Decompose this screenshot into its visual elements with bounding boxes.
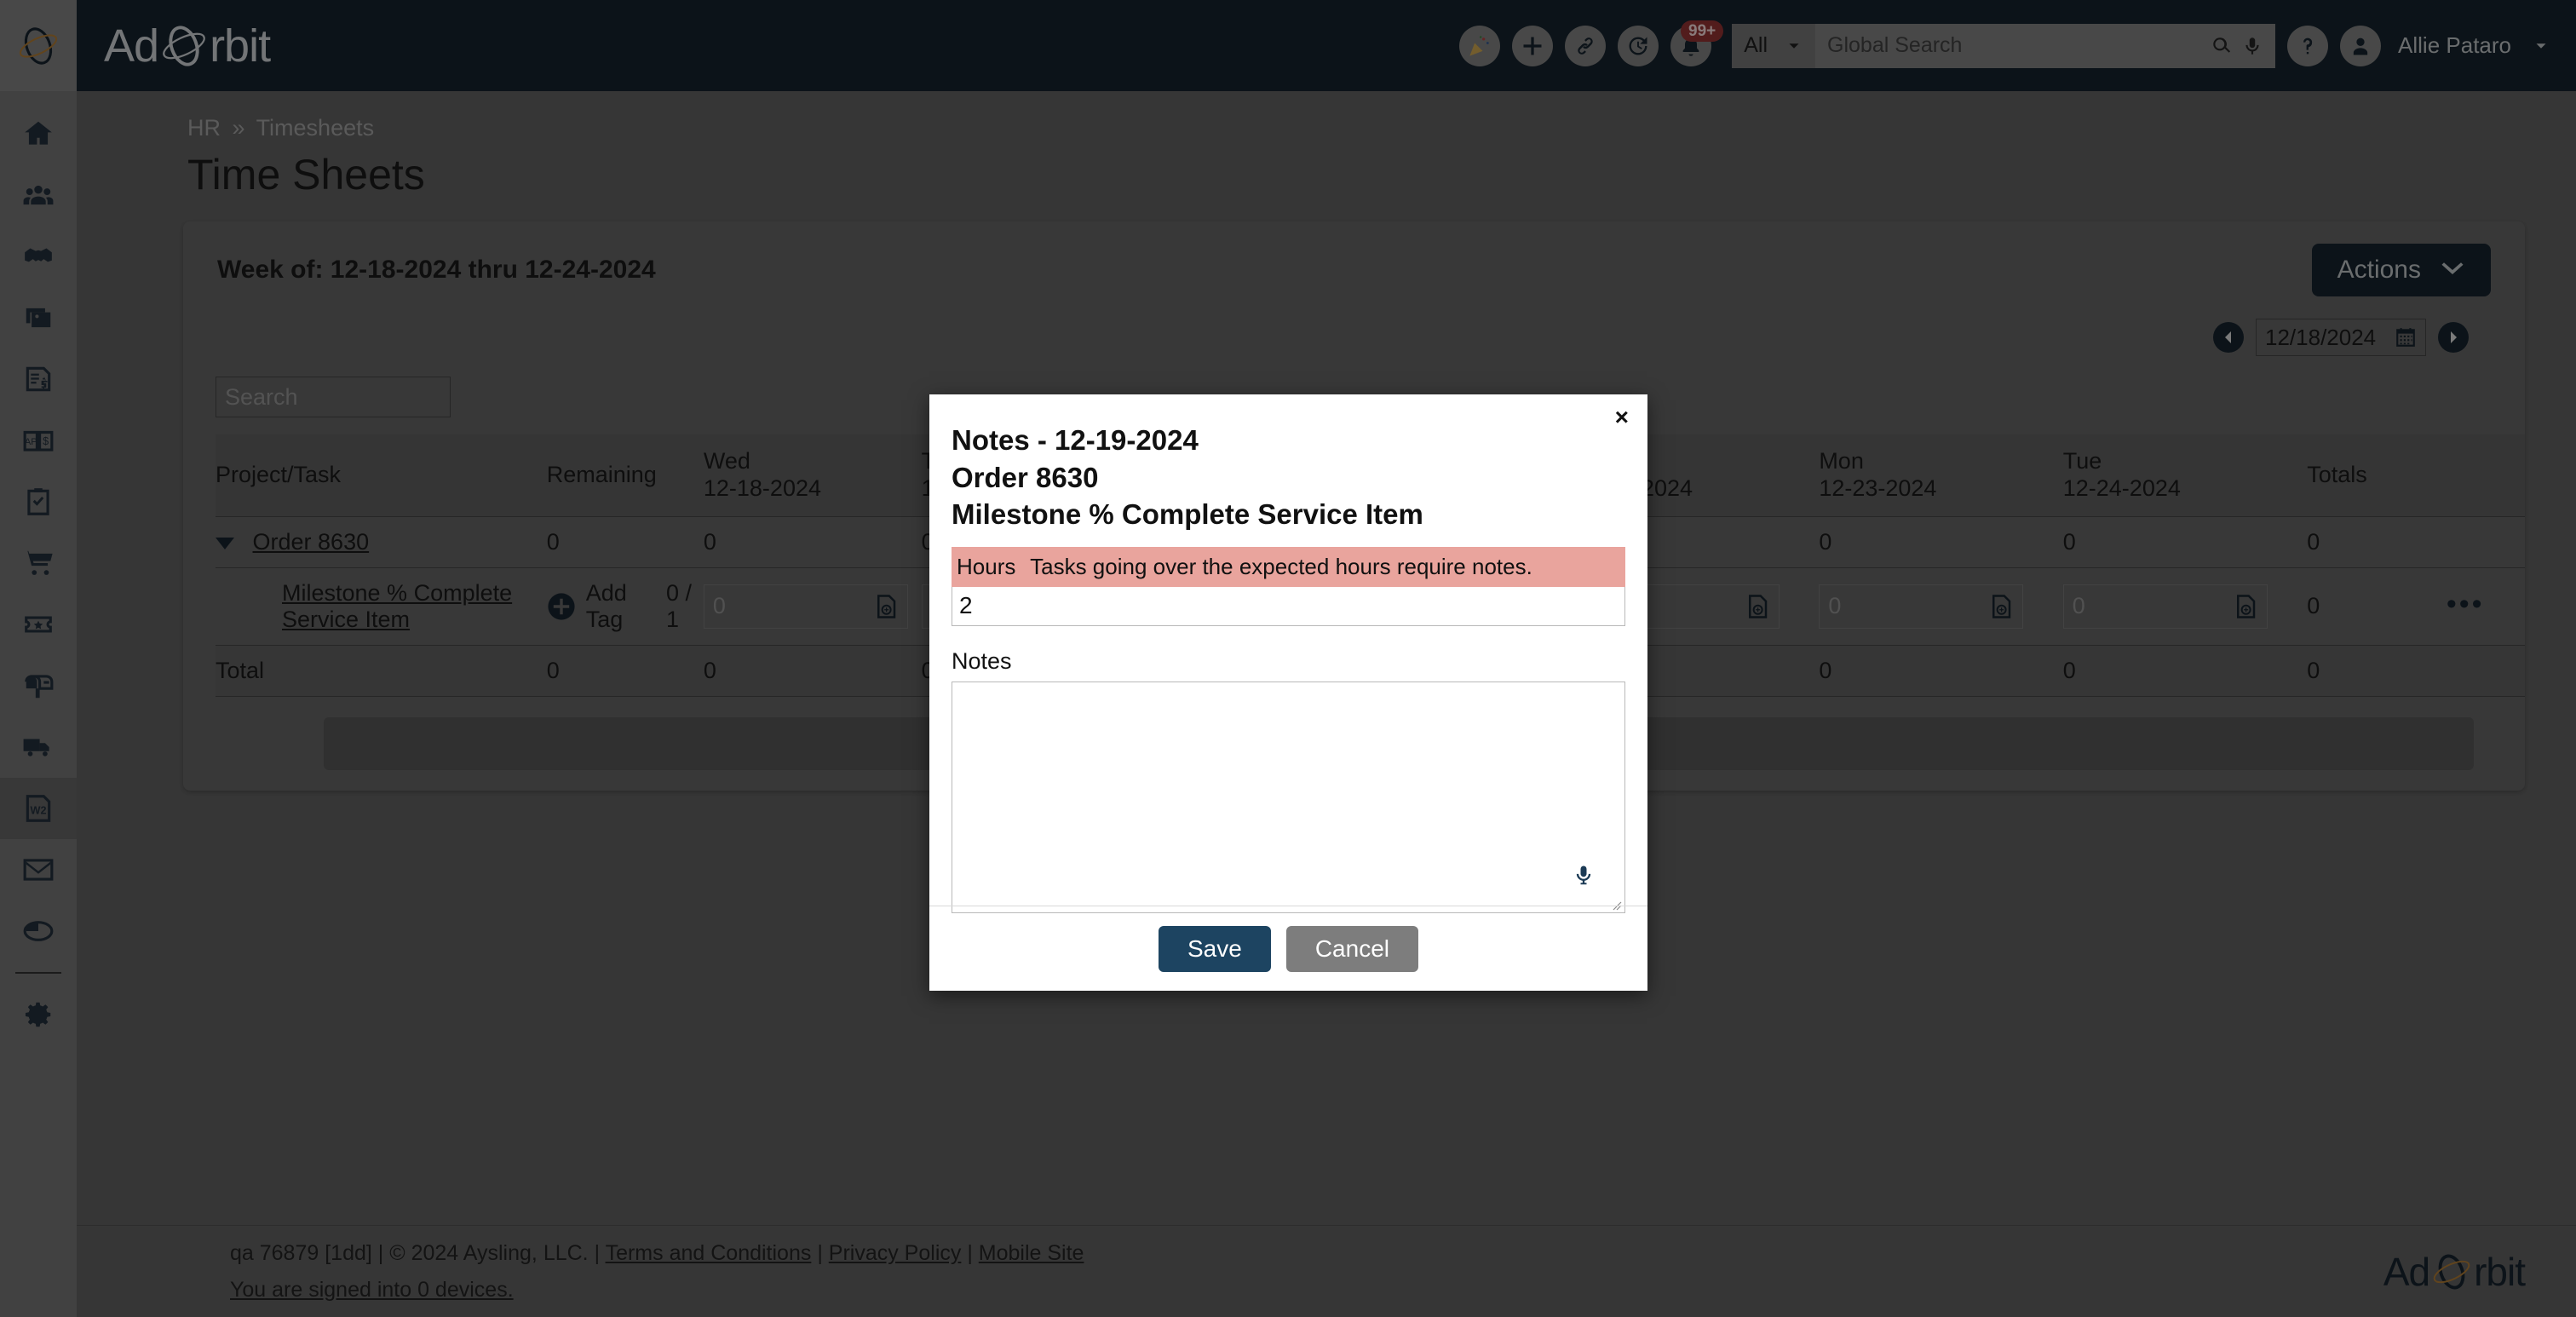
cancel-button[interactable]: Cancel bbox=[1286, 926, 1418, 972]
modal-subtitle-order: Order 8630 bbox=[952, 459, 1625, 497]
notes-label: Notes bbox=[952, 648, 1625, 675]
notes-textarea[interactable] bbox=[952, 682, 1625, 913]
notes-modal: × Notes - 12-19-2024 Order 8630 Mileston… bbox=[929, 394, 1647, 991]
save-button[interactable]: Save bbox=[1159, 926, 1271, 972]
modal-subtitle-item: Milestone % Complete Service Item bbox=[952, 496, 1625, 533]
modal-title: Notes - 12-19-2024 bbox=[952, 422, 1625, 459]
modal-close-button[interactable]: × bbox=[1615, 405, 1629, 429]
hours-error-label: Hours bbox=[957, 554, 1015, 579]
hours-input-value: 2 bbox=[959, 592, 973, 619]
notes-dictation-button[interactable] bbox=[1572, 860, 1596, 894]
microphone-icon bbox=[1572, 860, 1596, 889]
modal-body: Notes - 12-19-2024 Order 8630 Milestone … bbox=[929, 394, 1647, 913]
hours-error-banner: Hours Tasks going over the expected hour… bbox=[952, 547, 1625, 587]
hours-input[interactable]: 2 bbox=[952, 587, 1625, 626]
modal-footer: Save Cancel bbox=[929, 906, 1647, 991]
hours-error-message: Tasks going over the expected hours requ… bbox=[1030, 554, 1532, 579]
